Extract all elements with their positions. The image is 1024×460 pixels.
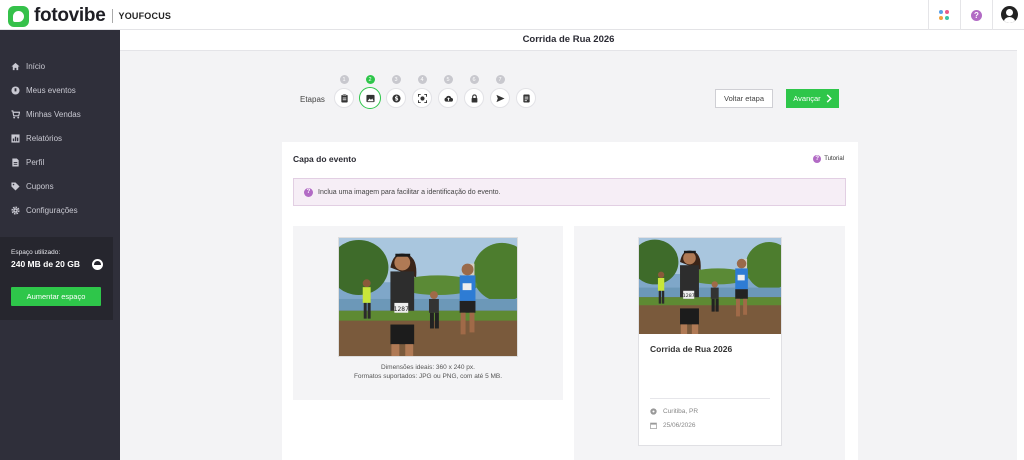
step-number: 5 bbox=[443, 75, 453, 84]
sidebar-item-label: Início bbox=[26, 61, 46, 71]
upload-cloud-icon bbox=[438, 88, 458, 108]
cover-upload-area[interactable]: 1287 Dimensões ideais: 360 x 240 px. For… bbox=[293, 226, 563, 400]
preview-location-text: Curitiba, PR bbox=[663, 408, 699, 415]
sidebar-item-inicio[interactable]: Início bbox=[0, 54, 120, 78]
apps-button[interactable] bbox=[928, 0, 960, 30]
event-preview-card: 1287 Corrida de Rua 2026 Curitiba, PR 25… bbox=[638, 237, 782, 446]
send-icon bbox=[490, 88, 510, 108]
step-number: 7 bbox=[495, 75, 505, 84]
sidebar-item-perfil[interactable]: Perfil bbox=[0, 150, 120, 174]
next-step-button[interactable]: Avançar bbox=[786, 89, 839, 108]
face-scan-icon bbox=[412, 88, 432, 108]
svg-text:1287: 1287 bbox=[683, 293, 695, 299]
step-number: 6 bbox=[469, 75, 479, 84]
home-icon bbox=[11, 62, 20, 71]
scrollbar[interactable] bbox=[1017, 30, 1024, 460]
step-number: 4 bbox=[417, 75, 427, 84]
back-step-button[interactable]: Voltar etapa bbox=[715, 89, 773, 108]
location-icon bbox=[650, 408, 657, 415]
sidebar-item-configuracoes[interactable]: Configurações bbox=[0, 198, 120, 222]
sidebar-item-minhas-vendas[interactable]: Minhas Vendas bbox=[0, 102, 120, 126]
brand-logo[interactable]: fotovibe YOUFOCUS bbox=[8, 5, 171, 27]
step-number: 3 bbox=[391, 75, 401, 84]
image-dimensions-text: Dimensões ideais: 360 x 240 px. bbox=[381, 364, 475, 371]
preview-date: 25/06/2026 bbox=[650, 422, 696, 429]
image-icon bbox=[359, 87, 381, 109]
reports-icon bbox=[11, 133, 20, 143]
cover-card: Capa do evento ? Tutorial ? Inclua uma i… bbox=[282, 142, 858, 460]
sidebar-item-label: Minhas Vendas bbox=[26, 109, 81, 119]
logo-mark-icon bbox=[8, 5, 29, 27]
preview-date-text: 25/06/2026 bbox=[663, 422, 696, 429]
image-formats-text: Formatos suportados: JPG ou PNG, com até… bbox=[353, 373, 503, 380]
event-preview-area: 1287 Corrida de Rua 2026 Curitiba, PR 25… bbox=[574, 226, 845, 460]
info-alert: ? Inclua uma imagem para facilitar a ide… bbox=[293, 178, 846, 206]
top-bar: fotovibe YOUFOCUS ? bbox=[0, 0, 1024, 30]
preview-location: Curitiba, PR bbox=[650, 408, 698, 415]
help-icon: ? bbox=[971, 9, 982, 21]
step-4[interactable]: 4 bbox=[411, 75, 433, 108]
step-5[interactable]: 5 bbox=[437, 75, 459, 108]
gear-icon bbox=[11, 205, 20, 215]
storage-panel: Espaço utilizado: 240 MB de 20 GB Aument… bbox=[0, 237, 113, 320]
sidebar-item-cupons[interactable]: Cupons bbox=[0, 174, 120, 198]
storage-value: 240 MB de 20 GB bbox=[11, 259, 80, 269]
summary-icon bbox=[516, 88, 536, 108]
svg-text:$: $ bbox=[394, 96, 398, 102]
tutorial-label: Tutorial bbox=[824, 156, 844, 162]
preview-image: 1287 bbox=[639, 238, 781, 334]
step-3[interactable]: 3 $ bbox=[385, 75, 407, 108]
step-8[interactable] bbox=[515, 75, 537, 108]
tutorial-link[interactable]: ? Tutorial bbox=[813, 155, 844, 163]
clipboard-icon bbox=[334, 88, 354, 108]
storage-pie-icon bbox=[92, 259, 103, 270]
increase-storage-button[interactable]: Aumentar espaço bbox=[11, 287, 101, 306]
brand-subtitle: YOUFOCUS bbox=[118, 11, 172, 21]
info-text: Inclua uma imagem para facilitar a ident… bbox=[318, 188, 501, 196]
events-icon bbox=[11, 85, 20, 95]
sidebar-item-label: Cupons bbox=[26, 181, 54, 191]
brand-name: fotovibe bbox=[34, 5, 106, 26]
calendar-icon bbox=[650, 422, 657, 429]
chevron-right-icon bbox=[826, 94, 832, 103]
next-step-label: Avançar bbox=[793, 94, 821, 103]
sidebar-nav: Início Meus eventos Minhas Vendas Relató… bbox=[0, 30, 120, 222]
sidebar-item-label: Perfil bbox=[26, 157, 45, 167]
page-title: Corrida de Rua 2026 bbox=[120, 30, 1017, 51]
step-number: 1 bbox=[339, 75, 349, 84]
user-menu-button[interactable] bbox=[992, 0, 1024, 30]
image-requirements: Dimensões ideais: 360 x 240 px. Formatos… bbox=[293, 363, 563, 381]
sidebar-item-label: Relatórios bbox=[26, 133, 63, 143]
help-icon: ? bbox=[813, 155, 822, 163]
help-icon: ? bbox=[304, 187, 313, 197]
storage-label: Espaço utilizado: bbox=[11, 249, 61, 256]
dollar-icon: $ bbox=[386, 88, 406, 108]
step-2[interactable]: 2 bbox=[359, 75, 381, 109]
main-content: Corrida de Rua 2026 Etapas 1 2 3 $ 4 5 6… bbox=[120, 30, 1017, 460]
sidebar-item-label: Meus eventos bbox=[26, 85, 76, 95]
sidebar-item-relatorios[interactable]: Relatórios bbox=[0, 126, 120, 150]
logo-divider bbox=[111, 9, 113, 23]
step-6[interactable]: 6 bbox=[463, 75, 485, 108]
cover-title: Capa do evento bbox=[293, 154, 357, 164]
cover-image[interactable]: 1287 bbox=[338, 237, 518, 357]
apps-grid-icon bbox=[939, 9, 950, 21]
sidebar: Início Meus eventos Minhas Vendas Relató… bbox=[0, 30, 120, 460]
sidebar-item-label: Configurações bbox=[26, 205, 78, 215]
help-button[interactable]: ? bbox=[960, 0, 992, 30]
step-1[interactable]: 1 bbox=[333, 75, 355, 108]
lock-icon bbox=[464, 88, 484, 108]
user-avatar-icon bbox=[1001, 6, 1018, 23]
tag-icon bbox=[11, 181, 20, 191]
profile-icon bbox=[11, 157, 20, 167]
preview-event-title: Corrida de Rua 2026 bbox=[650, 344, 733, 354]
cart-icon bbox=[11, 109, 20, 119]
step-number: 2 bbox=[365, 75, 375, 84]
svg-text:1287: 1287 bbox=[394, 307, 409, 313]
preview-divider bbox=[650, 398, 770, 399]
steps-label: Etapas bbox=[300, 95, 325, 104]
sidebar-item-meus-eventos[interactable]: Meus eventos bbox=[0, 78, 120, 102]
step-7[interactable]: 7 bbox=[489, 75, 511, 108]
